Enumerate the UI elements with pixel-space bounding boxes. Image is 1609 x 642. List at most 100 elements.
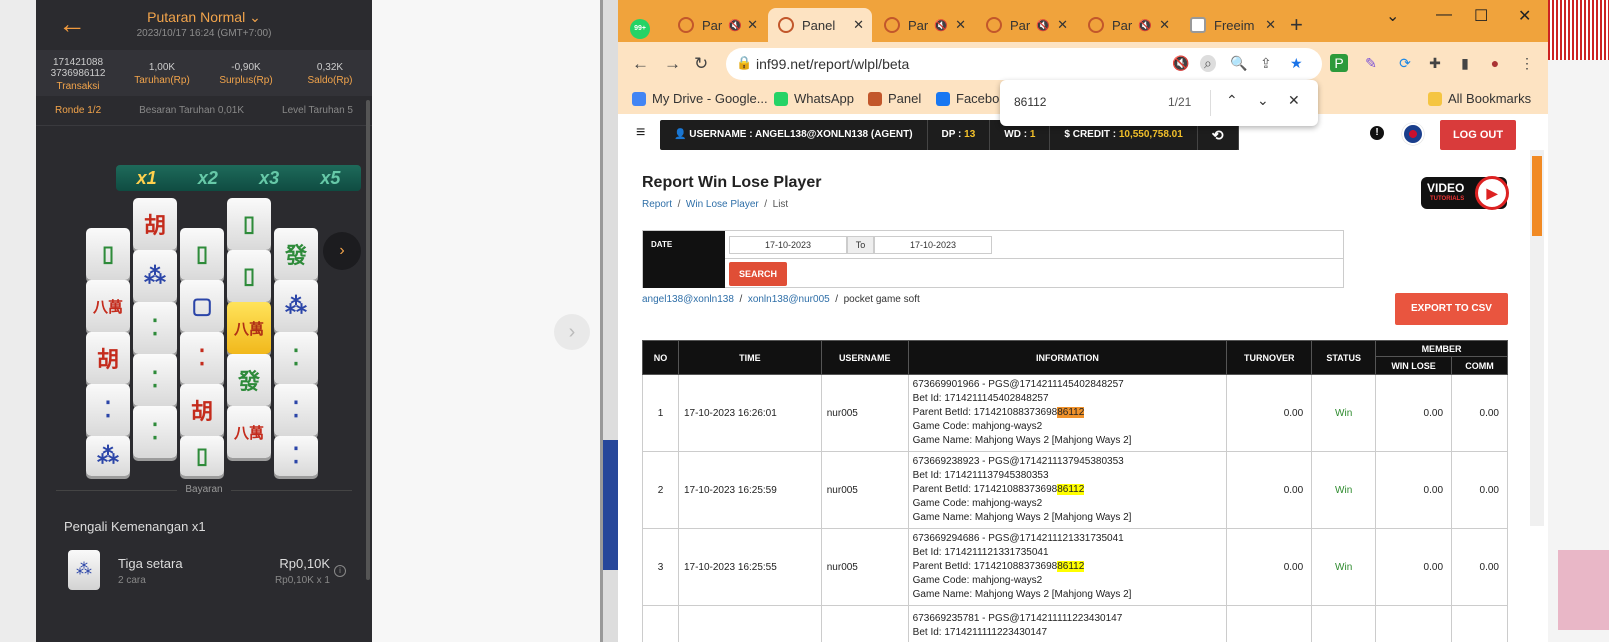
close-window-button[interactable]: ✕	[1518, 6, 1531, 26]
close-tab-icon[interactable]: ✕	[853, 17, 864, 33]
muted-speaker-icon[interactable]: 🔇	[1036, 19, 1050, 32]
find-icon[interactable]: ⌕	[1200, 55, 1216, 72]
spin-type-dropdown[interactable]: Putaran Normal ⌄	[36, 9, 372, 26]
play-icon: ▶	[1475, 176, 1509, 210]
date-to-input[interactable]: 17-10-2023	[874, 236, 992, 254]
breadcrumb-win-lose-player[interactable]: Win Lose Player	[686, 199, 759, 210]
tab-par-4[interactable]: Par 🔇 ✕	[1078, 8, 1178, 42]
multiplier-x2: x2	[197, 167, 218, 188]
muted-speaker-icon[interactable]: 🔇	[934, 19, 948, 32]
logout-button[interactable]: LOG OUT	[1440, 120, 1516, 150]
bookmark-2[interactable]: Panel	[868, 91, 921, 106]
bookmark-0[interactable]: My Drive - Google...	[632, 91, 768, 106]
find-highlight: 86112	[1057, 561, 1085, 572]
muted-speaker-icon[interactable]: 🔇	[1138, 19, 1152, 32]
muted-speaker-icon[interactable]: 🔇	[728, 19, 742, 32]
info-line: Bet Id: 1714211111223430147	[912, 626, 1048, 638]
info-line: Bet Id: 1714211121331735041	[912, 547, 1049, 558]
all-bookmarks[interactable]: All Bookmarks	[1428, 91, 1531, 106]
bookmark-label: Panel	[888, 91, 922, 106]
share-icon[interactable]: ⇪	[1260, 55, 1272, 72]
url-text: inf99.net/report/wlpl/beta	[756, 56, 910, 72]
reload-button[interactable]: ↻	[694, 54, 708, 74]
mahjong-tile-icon: 胡	[86, 332, 130, 384]
forward-button[interactable]: →	[664, 54, 681, 74]
back-button[interactable]: ←	[632, 54, 649, 74]
bookmark-favicon-icon	[632, 91, 646, 106]
bookmark-favicon-icon	[774, 91, 788, 106]
stat-value: 171421088	[52, 57, 104, 68]
page-title: Report Win Lose Player	[642, 174, 822, 191]
find-in-page-bar: 86112 1/21 ⌃ ⌄ ✕	[1000, 80, 1318, 126]
close-tab-icon[interactable]: ✕	[1265, 17, 1276, 33]
tab-label: Panel	[802, 17, 836, 33]
col-turnover: TURNOVER	[1226, 340, 1313, 375]
stat-value: 1,00K	[148, 62, 176, 73]
find-previous-icon[interactable]: ⌃	[1226, 92, 1238, 109]
menu-kebab-icon[interactable]: ⋮	[1518, 54, 1536, 72]
mahjong-tile-icon: 八萬	[86, 280, 130, 332]
breadcrumb-report[interactable]: Report	[642, 199, 672, 210]
panel-favicon-icon	[884, 17, 900, 33]
info-parent-betid: Parent BetId: 17142108837369886112	[913, 560, 1223, 574]
find-close-icon[interactable]: ✕	[1288, 92, 1300, 109]
minimize-button[interactable]: —	[1436, 6, 1452, 24]
col-username: USERNAME	[820, 340, 909, 375]
zoom-icon[interactable]: 🔍	[1230, 55, 1247, 72]
extension-pr-icon[interactable]: P	[1330, 54, 1348, 72]
export-csv-button[interactable]: EXPORT TO CSV	[1395, 293, 1508, 325]
search-button[interactable]: SEARCH	[729, 262, 787, 286]
background-window-strip	[600, 0, 618, 642]
parent-betid-prefix: Parent BetId: 171421088373698	[912, 484, 1058, 495]
language-flag-icon[interactable]	[1402, 123, 1424, 145]
profile-avatar[interactable]: ●	[1486, 54, 1504, 72]
close-tab-icon[interactable]: ✕	[1057, 17, 1068, 33]
close-tab-icon[interactable]: ✕	[1159, 17, 1170, 33]
row-username: nur005	[820, 528, 909, 606]
path-member-link[interactable]: xonln138@nur005	[748, 294, 830, 305]
stats-row: 171421088 3736986112 Transaksi 1,00K Taruhan…	[36, 50, 372, 96]
mahjong-tile-icon: ▯	[180, 228, 224, 280]
mahjong-tile-icon: ⁚	[86, 384, 130, 436]
tab-par-0[interactable]: Par 🔇 ✕	[668, 8, 766, 42]
next-round-button[interactable]: ›	[323, 232, 361, 270]
hamburger-menu-icon[interactable]: ≡	[636, 124, 645, 142]
date-from-input[interactable]: 17-10-2023	[729, 236, 847, 254]
tab-panel-1[interactable]: Panel ✕	[768, 8, 872, 42]
path-agent-link[interactable]: angel138@xonln138	[642, 294, 734, 305]
lock-icon[interactable]: 🔒	[736, 55, 752, 71]
row-no: 2	[642, 451, 679, 529]
alert-icon[interactable]: !	[1370, 126, 1384, 140]
maximize-button[interactable]: ☐	[1474, 6, 1488, 26]
tab-par-3[interactable]: Par 🔇 ✕	[976, 8, 1076, 42]
row-username	[820, 605, 909, 642]
video-tutorials-button[interactable]: VIDEO TUTORIALS ▶	[1421, 176, 1509, 210]
round-counter[interactable]: Ronde 1/2	[55, 105, 101, 116]
tab-freeim-5[interactable]: Freeim ✕	[1180, 8, 1284, 42]
mahjong-tile-icon: ▯	[227, 198, 271, 250]
side-panel-icon[interactable]: ▮	[1456, 54, 1474, 72]
bet-size: Besaran Taruhan 0,01K	[139, 105, 245, 116]
whatsapp-tab[interactable]: 99+	[630, 12, 650, 46]
scrollbar[interactable]	[366, 100, 370, 580]
tab-search-icon[interactable]: ⌄	[1386, 6, 1399, 26]
close-tab-icon[interactable]: ✕	[747, 17, 758, 33]
row-comm: 0.00	[1451, 451, 1508, 529]
info-icon[interactable]: i	[334, 565, 346, 577]
folder-icon	[1428, 91, 1442, 106]
extensions-puzzle-icon[interactable]: ✚	[1426, 54, 1444, 72]
bookmark-star-icon[interactable]: ★	[1290, 55, 1303, 72]
extension-pen-icon[interactable]: ✎	[1362, 54, 1380, 72]
bookmark-1[interactable]: WhatsApp	[774, 91, 854, 106]
tab-strip: 99+ Par 🔇 ✕ Panel ✕ Par 🔇 ✕ Par 🔇 ✕ Par 🔇 ✕ Freeim ✕ + …	[618, 0, 1548, 42]
find-next-icon[interactable]: ⌄	[1257, 92, 1269, 109]
mute-site-icon[interactable]: 🔇	[1172, 55, 1189, 72]
close-tab-icon[interactable]: ✕	[955, 17, 966, 33]
table-row: 2 17-10-2023 16:25:59 nur005 673669238923 -…	[642, 451, 1508, 529]
new-tab-button[interactable]: +	[1290, 12, 1303, 38]
page-scrollbar[interactable]	[1530, 150, 1544, 526]
tab-par-2[interactable]: Par 🔇 ✕	[874, 8, 974, 42]
address-bar[interactable]: 🔒 inf99.net/report/wlpl/beta 🔇 ⌕ 🔍 ⇪ ★	[726, 48, 1322, 80]
find-input[interactable]: 86112	[1014, 95, 1046, 109]
extension-vpn-icon[interactable]: ⟳	[1396, 54, 1414, 72]
